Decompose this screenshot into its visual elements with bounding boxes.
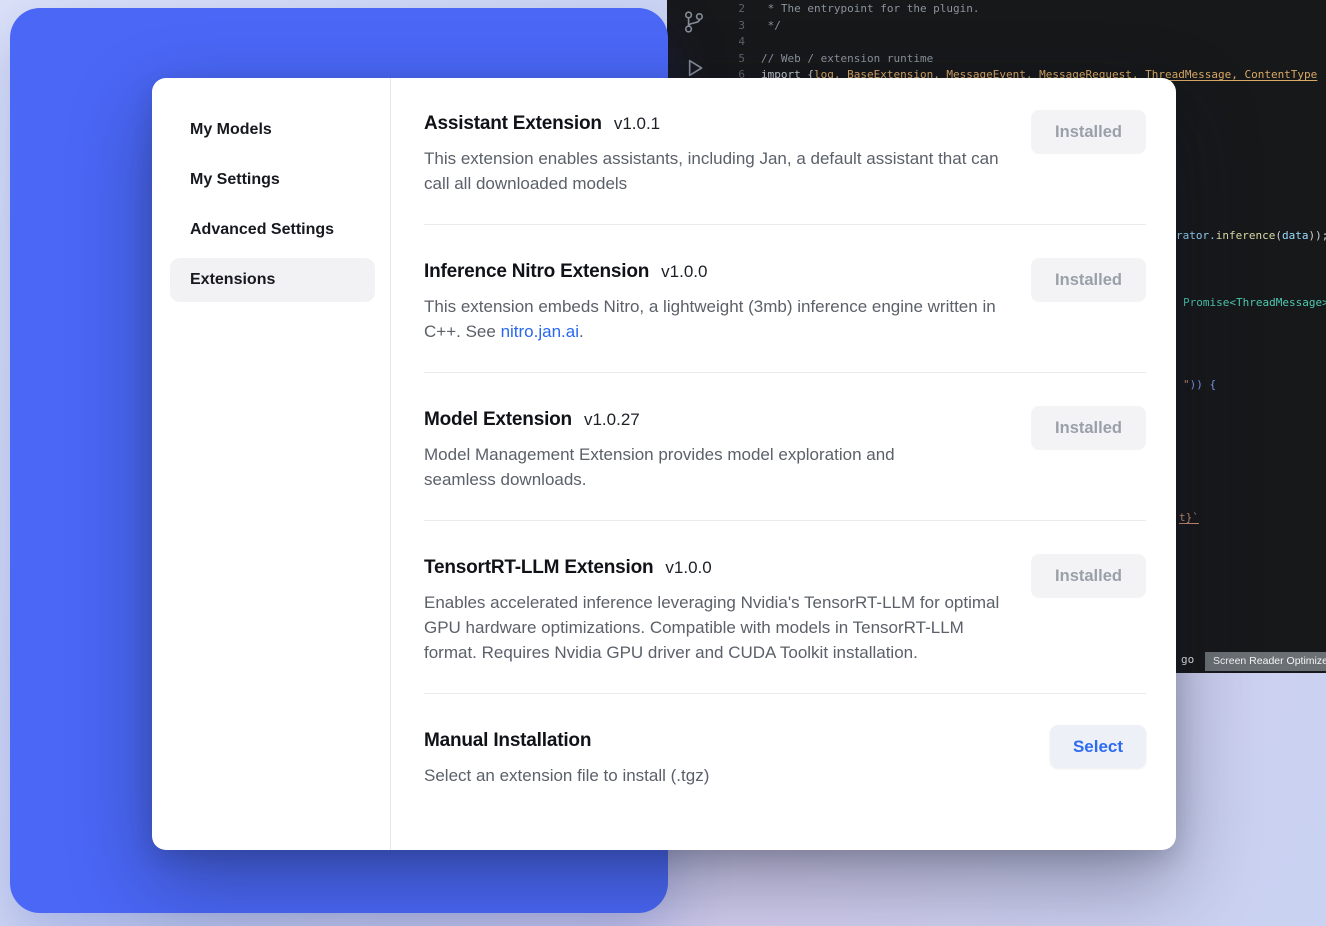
installed-button[interactable]: Installed [1031, 406, 1146, 450]
code-token: )) { [1190, 378, 1217, 391]
line-number: 3 [667, 18, 761, 35]
code-line: 4 [667, 34, 1326, 51]
line-number: 2 [667, 1, 761, 18]
extension-description: This extension enables assistants, inclu… [424, 146, 1019, 196]
extension-version: v1.0.1 [614, 110, 660, 138]
extension-item-tensorrt-llm: TensortRT-LLM Extension v1.0.0 Enables a… [424, 521, 1146, 694]
code-token: inference [1216, 229, 1276, 242]
nitro-jan-ai-link[interactable]: nitro.jan.ai [501, 322, 579, 341]
code-comment: */ [761, 18, 781, 35]
code-token: rator. [1176, 229, 1216, 242]
code-line: 2 * The entrypoint for the plugin. [667, 1, 1326, 18]
extension-item-inference-nitro: Inference Nitro Extension v1.0.0 This ex… [424, 225, 1146, 373]
sidebar-item-my-models[interactable]: My Models [170, 108, 375, 152]
line-number: 4 [667, 34, 761, 51]
installed-button[interactable]: Installed [1031, 258, 1146, 302]
sidebar-item-advanced-settings[interactable]: Advanced Settings [170, 208, 375, 252]
extensions-list: Assistant Extension v1.0.1 This extensio… [392, 78, 1176, 850]
description-text: . [579, 322, 584, 341]
code-comment: // Web / extension runtime [761, 51, 933, 68]
extension-version: v1.0.0 [661, 258, 707, 286]
statusbar-language-mode: go [1181, 653, 1194, 666]
code-token: " [1183, 378, 1190, 391]
extension-version: v1.0.27 [584, 406, 640, 434]
extension-title-row: Manual Installation [424, 727, 1146, 755]
code-token: )); [1308, 229, 1326, 242]
code-line: 3 */ [667, 18, 1326, 35]
sidebar-item-my-settings[interactable]: My Settings [170, 158, 375, 202]
manual-installation-description: Select an extension file to install (.tg… [424, 763, 1044, 788]
extension-description: Enables accelerated inference leveraging… [424, 590, 1009, 665]
installed-button[interactable]: Installed [1031, 110, 1146, 154]
code-comment: * The entrypoint for the plugin. [761, 1, 980, 18]
extension-title: TensortRT-LLM Extension [424, 554, 653, 582]
settings-sidebar: My Models My Settings Advanced Settings … [152, 78, 391, 850]
extension-item-model: Model Extension v1.0.27 Model Management… [424, 373, 1146, 521]
code-fragment: rator.inference(data)); [1176, 229, 1326, 242]
code-fragment: ")) { [1183, 378, 1216, 391]
code-lines: 2 * The entrypoint for the plugin. 3 */ … [667, 1, 1326, 84]
code-fragment: Promise<ThreadMessage> [1183, 296, 1326, 309]
extension-title: Model Extension [424, 406, 572, 434]
statusbar-screen-reader-badge: Screen Reader Optimize [1205, 652, 1326, 671]
extension-description: Model Management Extension provides mode… [424, 442, 954, 492]
extension-description: This extension embeds Nitro, a lightweig… [424, 294, 999, 344]
manual-installation-section: Manual Installation Select an extension … [424, 694, 1146, 816]
installed-button[interactable]: Installed [1031, 554, 1146, 598]
sidebar-item-extensions[interactable]: Extensions [170, 258, 375, 302]
code-fragment: t}` [1179, 511, 1199, 524]
manual-installation-title: Manual Installation [424, 727, 591, 755]
select-file-button[interactable]: Select [1050, 725, 1146, 768]
code-token: data [1282, 229, 1309, 242]
extension-title: Inference Nitro Extension [424, 258, 649, 286]
code-line: 5// Web / extension runtime [667, 51, 1326, 68]
extension-item-assistant: Assistant Extension v1.0.1 This extensio… [424, 78, 1146, 225]
code-token: ( [1275, 229, 1282, 242]
settings-modal: My Models My Settings Advanced Settings … [152, 78, 1176, 850]
line-number: 5 [667, 51, 761, 68]
extension-version: v1.0.0 [665, 554, 711, 582]
extension-title: Assistant Extension [424, 110, 602, 138]
